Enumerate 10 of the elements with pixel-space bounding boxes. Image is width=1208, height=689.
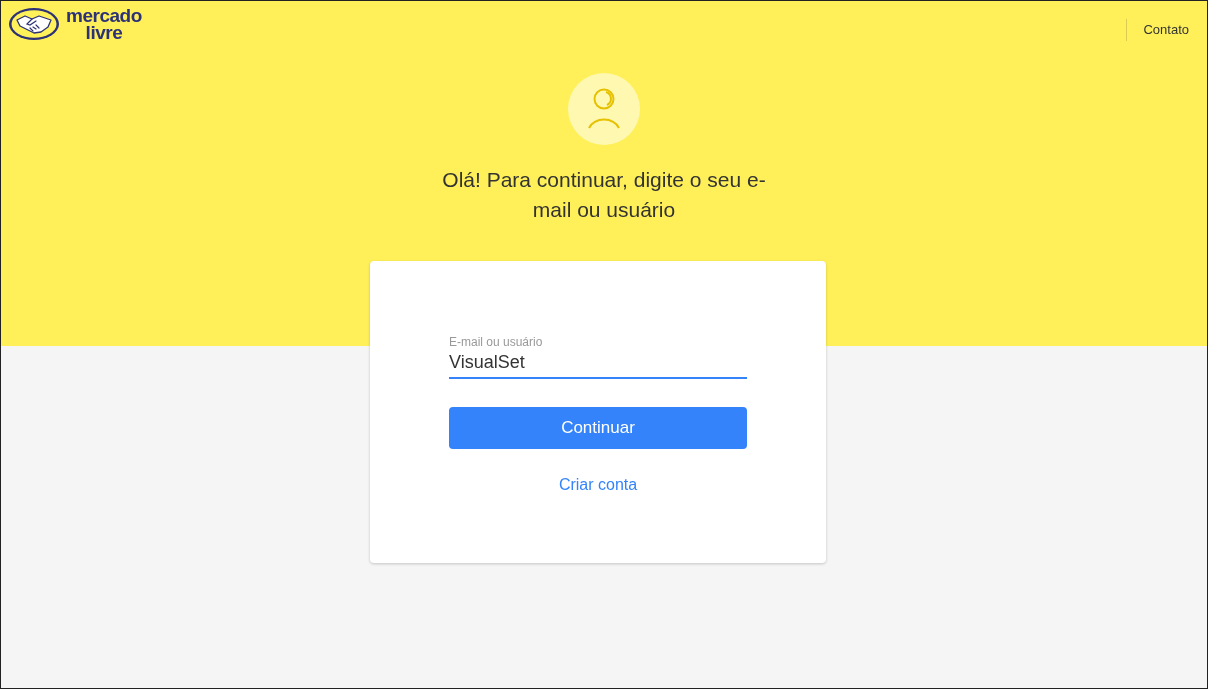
handshake-logo-icon (8, 7, 60, 41)
contact-link[interactable]: Contato (1143, 20, 1189, 40)
logo-text: livre (85, 24, 123, 41)
email-field[interactable]: VisualSet (449, 351, 747, 379)
field-label: E-mail ou usuário (449, 335, 543, 349)
continue-button[interactable]: Continuar (449, 407, 747, 449)
user-icon (587, 88, 621, 130)
logo-text: mercado (66, 7, 142, 24)
heading: Olá! Para continuar, digite o seu e-mail ou usuário (441, 167, 767, 223)
create-account-link[interactable]: Criar conta (558, 473, 638, 497)
